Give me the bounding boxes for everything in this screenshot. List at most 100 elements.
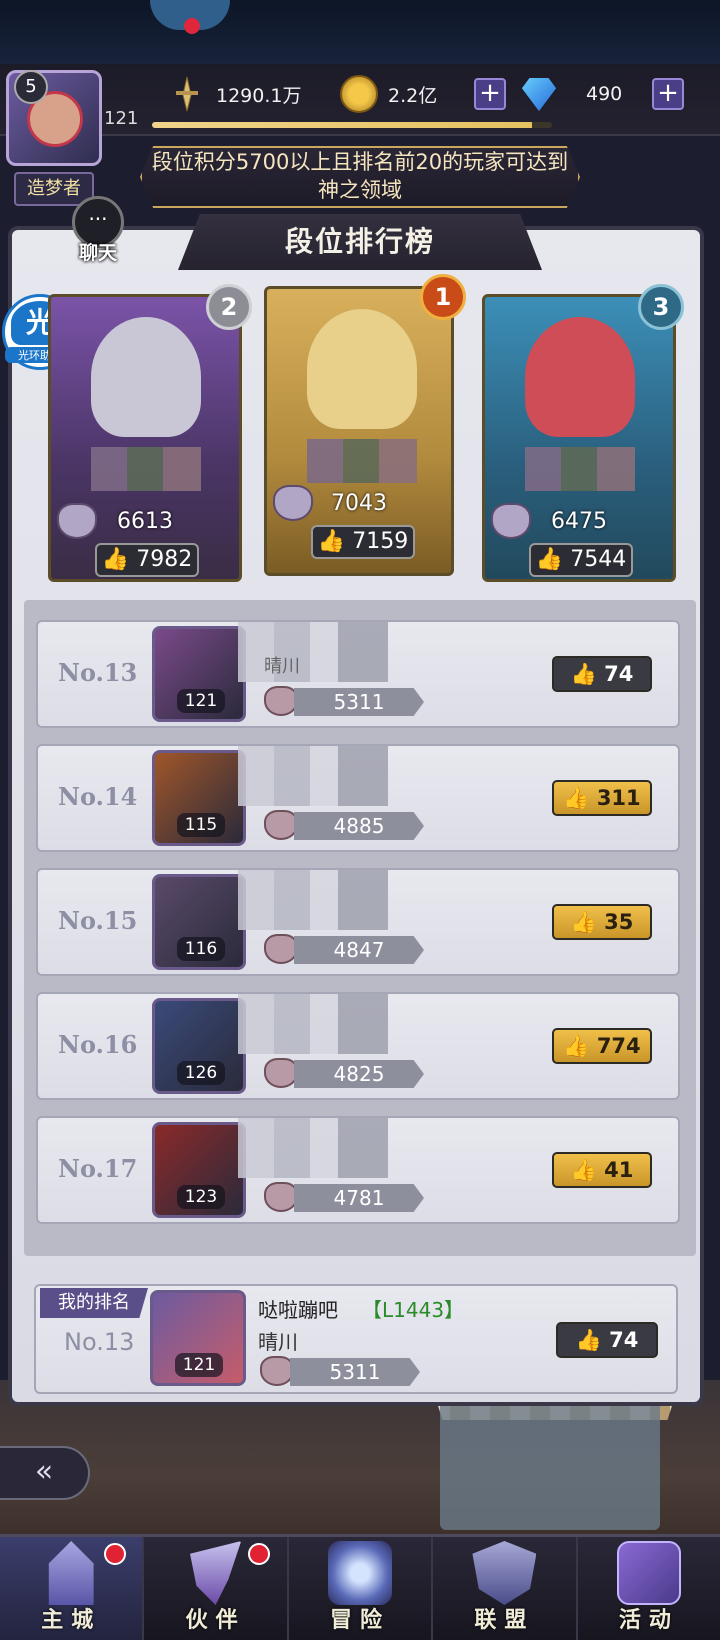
list-item[interactable]: No.15 116 4847 👍 35 (36, 868, 680, 976)
my-guild-name: 晴川 (258, 1330, 298, 1354)
list-item[interactable]: No.17 123 4781 👍 41 (36, 1116, 680, 1224)
add-gem-button[interactable]: + (652, 78, 684, 110)
rank-2-likes: 7982 (136, 547, 193, 572)
rank-1-like-button[interactable]: 👍 7159 (311, 525, 415, 559)
nav-label: 联盟 (474, 1608, 535, 1633)
rank-1-score: 7043 (331, 491, 387, 516)
like-count: 74 (604, 662, 634, 686)
like-button[interactable]: 👍 41 (552, 1152, 652, 1188)
rank-1-card[interactable]: 7043 👍 7159 (264, 286, 454, 576)
exp-bar (152, 122, 552, 128)
leaderboard-title: 段位排行榜 (284, 225, 435, 258)
sword-icon (168, 75, 206, 113)
guild-name: 晴川 (264, 656, 300, 677)
portrait-level: 121 (177, 689, 225, 713)
rank-emblem-icon (260, 1356, 294, 1386)
thumbs-up-icon: 👍 (317, 529, 346, 554)
rank-emblem-icon (264, 1058, 298, 1088)
rank-1-likes: 7159 (352, 529, 409, 554)
rank-emblem-icon (264, 810, 298, 840)
my-rank-points: 5311 (329, 1360, 381, 1384)
cards-icon (616, 1541, 681, 1605)
power-value: 1290.1万 (216, 84, 302, 107)
rank-points: 4885 (333, 814, 385, 838)
rank-3-like-button[interactable]: 👍 7544 (529, 543, 633, 577)
my-rank-tag: 我的排名 (40, 1288, 148, 1318)
thumbs-up-icon: 👍 (563, 786, 590, 810)
avatar-level-badge: 5 (14, 70, 48, 104)
like-count: 41 (604, 1158, 634, 1182)
thumbs-up-icon: 👍 (570, 662, 597, 686)
player-portrait: 121 (152, 626, 246, 722)
list-item[interactable]: No.14 115 4885 👍 311 (36, 744, 680, 852)
list-item[interactable]: No.13 121 晴川 5311 👍 74 (36, 620, 680, 728)
hero-portrait (91, 317, 201, 437)
player-portrait: 126 (152, 998, 246, 1094)
gem-resource: 490 (520, 76, 622, 112)
my-player-code: 【L1443】 (362, 1298, 465, 1322)
rank-3-card[interactable]: 6475 👍 7544 (482, 294, 676, 582)
hero-portrait (307, 309, 417, 429)
rank-3-score: 6475 (551, 509, 607, 534)
blurred-name (238, 622, 388, 682)
blurred-name (238, 746, 388, 806)
rank-emblem-icon (264, 686, 298, 716)
gold-resource: 2.2亿 (340, 75, 438, 113)
rank-list[interactable]: No.13 121 晴川 5311 👍 74 No.14 115 4885 👍 … (24, 600, 696, 1256)
my-portrait: 121 (150, 1290, 246, 1386)
chat-button[interactable]: ··· 聊天 (68, 196, 128, 264)
rank-points: 4825 (333, 1062, 385, 1086)
silver-medal-icon: 2 (206, 284, 252, 330)
my-portrait-level: 121 (175, 1353, 223, 1377)
rank-2-card[interactable]: 6613 👍 7982 (48, 294, 242, 582)
rank-2-score: 6613 (117, 509, 173, 534)
nav-label: 伙伴 (185, 1608, 246, 1633)
nav-label: 主城 (41, 1608, 102, 1633)
hero-portrait (525, 317, 635, 437)
my-like-button[interactable]: 👍 74 (556, 1322, 658, 1358)
nav-events[interactable]: 活动 (578, 1537, 720, 1640)
thumbs-up-icon: 👍 (570, 1158, 597, 1182)
castle-icon (48, 1541, 94, 1605)
gold-value: 2.2亿 (388, 84, 438, 107)
wizard-hat-icon (190, 1541, 242, 1605)
nav-partner[interactable]: 伙伴 (144, 1537, 289, 1640)
blurred-name (238, 870, 388, 930)
portrait-level: 123 (177, 1185, 225, 1209)
like-count: 774 (596, 1034, 641, 1058)
like-button[interactable]: 👍 35 (552, 904, 652, 940)
like-count: 311 (596, 786, 641, 810)
nav-alliance[interactable]: 联盟 (433, 1537, 578, 1640)
thumbs-up-icon: 👍 (575, 1328, 602, 1352)
add-gold-button[interactable]: + (474, 78, 506, 110)
rank-number: No.15 (58, 906, 138, 935)
list-item[interactable]: No.16 126 4825 👍 774 (36, 992, 680, 1100)
rank-number: No.13 (58, 658, 138, 687)
blurred-name (238, 1118, 388, 1178)
player-portrait: 123 (152, 1122, 246, 1218)
like-button[interactable]: 👍 74 (552, 656, 652, 692)
bronze-medal-icon: 3 (638, 284, 684, 330)
like-button[interactable]: 👍 311 (552, 780, 652, 816)
like-button[interactable]: 👍 774 (552, 1028, 652, 1064)
nav-main-city[interactable]: 主城 (0, 1537, 145, 1640)
rank-emblem-icon (264, 934, 298, 964)
notification-dot (184, 18, 200, 34)
my-player-name: 哒啦蹦吧 (258, 1298, 338, 1322)
nav-label: 冒险 (330, 1608, 391, 1633)
chat-label: 聊天 (78, 242, 117, 264)
thumbs-up-icon: 👍 (535, 547, 564, 572)
player-level: 121 (104, 108, 139, 129)
portrait-level: 116 (177, 937, 225, 961)
power-resource: 1290.1万 (168, 76, 301, 112)
nav-adventure[interactable]: 冒险 (289, 1537, 434, 1640)
blurred-name (307, 439, 417, 483)
blurred-name (525, 447, 635, 491)
compass-icon (328, 1541, 393, 1605)
blurred-name (91, 447, 201, 491)
rank-2-like-button[interactable]: 👍 7982 (95, 543, 199, 577)
back-button[interactable]: « (0, 1446, 90, 1500)
rank-number: No.14 (58, 782, 138, 811)
rank-points: 4781 (333, 1186, 385, 1210)
nav-badge-dot (248, 1543, 271, 1565)
